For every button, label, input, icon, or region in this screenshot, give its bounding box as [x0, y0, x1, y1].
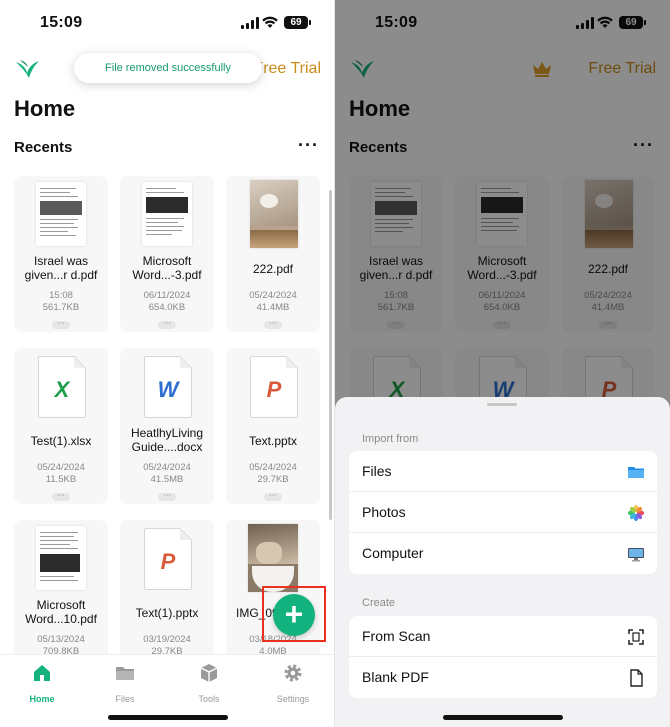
file-more-button[interactable]: ··· [52, 320, 70, 329]
file-thumbnail [248, 524, 298, 592]
tab-home[interactable]: Home [12, 663, 72, 704]
file-thumbnail [36, 182, 86, 246]
document-icon [630, 669, 643, 687]
recents-more-button[interactable]: ··· [298, 136, 319, 154]
file-more-button[interactable]: ··· [158, 320, 176, 329]
tab-files[interactable]: Files [95, 663, 155, 704]
file-card[interactable]: P Text.pptx 05/24/2024 29.7KB ··· [226, 348, 320, 504]
file-more-button[interactable]: ··· [264, 320, 282, 329]
import-photos-option[interactable]: Photos [349, 492, 657, 533]
file-name: 222.pdf [252, 262, 294, 276]
folder-icon [116, 667, 134, 680]
import-computer-option[interactable]: Computer [349, 533, 657, 574]
file-name: Israel was given...r d.pdf [24, 254, 98, 282]
file-date: 15:08 [49, 290, 73, 301]
option-label: Files [362, 463, 392, 479]
highlight-box [262, 586, 326, 642]
file-more-button[interactable]: ··· [264, 492, 282, 501]
file-size: 709.8KB [42, 646, 80, 654]
free-trial-link[interactable]: Free Trial [253, 60, 321, 78]
photos-icon [627, 504, 645, 522]
file-card[interactable]: 222.pdf 05/24/2024 41.4MB ··· [226, 176, 320, 332]
signal-icon [241, 17, 259, 29]
file-name: Text.pptx [248, 434, 298, 448]
tab-label: Settings [276, 694, 310, 704]
file-name: Microsoft Word...-3.pdf [132, 254, 202, 282]
scrollbar[interactable] [329, 190, 332, 520]
file-date: 05/24/2024 [143, 462, 191, 473]
file-name: Text(1).pptx [135, 606, 199, 620]
import-section-title: Import from [362, 433, 419, 445]
file-card[interactable]: Microsoft Word...-3.pdf 06/11/2024 654.0… [120, 176, 214, 332]
tab-label: Tools [198, 694, 220, 704]
gear-icon [284, 664, 302, 682]
recent-files-grid: Israel was given...r d.pdf 15:08 561.7KB… [14, 176, 320, 654]
file-card[interactable]: Israel was given...r d.pdf 15:08 561.7KB… [14, 176, 108, 332]
file-thumbnail [250, 180, 298, 248]
recents-heading: Recents [14, 139, 73, 156]
home-icon [34, 665, 50, 681]
home-indicator [108, 715, 228, 720]
file-card[interactable]: X Test(1).xlsx 05/24/2024 11.5KB ··· [14, 348, 108, 504]
file-card[interactable]: Microsoft Word...10.pdf 05/13/2024 709.8… [14, 520, 108, 654]
home-screen-with-import-sheet: 15:09 69 Free Trial Home Recents ··· Isr… [335, 0, 670, 727]
file-date: 03/19/2024 [143, 634, 191, 645]
toast-message: File removed successfully [74, 53, 262, 83]
file-size: 41.4MB [256, 302, 290, 313]
create-options: From Scan Blank PDF [349, 616, 657, 698]
tab-label: Home [29, 694, 55, 704]
option-label: Computer [362, 545, 424, 561]
pptx-file-icon: P [144, 528, 192, 590]
file-thumbnail [36, 526, 86, 590]
file-date: 05/24/2024 [249, 290, 297, 301]
battery-icon: 69 [284, 16, 311, 29]
sheet-grabber[interactable] [487, 403, 517, 406]
tab-tools[interactable]: Tools [179, 663, 239, 704]
home-screen: 15:09 69 Free Trial File removed success… [0, 0, 335, 727]
scan-icon [628, 629, 644, 645]
file-size: 4.0MB [259, 646, 287, 654]
file-date: 05/13/2024 [37, 634, 85, 645]
file-card[interactable]: P Text(1).pptx 03/19/2024 29.7KB [120, 520, 214, 654]
tab-settings[interactable]: Settings [263, 663, 323, 704]
file-name: Test(1).xlsx [30, 434, 92, 448]
import-options: Files Photos Computer [349, 451, 657, 574]
file-size: 29.7KB [151, 646, 183, 654]
status-bar: 15:09 69 [0, 0, 335, 48]
file-more-button[interactable]: ··· [52, 492, 70, 501]
file-name: HeatlhyLiving Guide....docx [130, 426, 204, 454]
file-size: 41.5MB [150, 474, 184, 485]
file-date: 06/11/2024 [143, 290, 191, 301]
file-date: 05/24/2024 [37, 462, 85, 473]
option-label: Photos [362, 504, 406, 520]
monitor-icon [628, 548, 644, 562]
file-size: 654.0KB [148, 302, 186, 313]
page-title: Home [14, 96, 76, 121]
folder-icon [628, 467, 644, 478]
app-logo-icon [16, 60, 39, 78]
home-indicator [443, 715, 563, 720]
import-files-option[interactable]: Files [349, 451, 657, 492]
status-time: 15:09 [40, 14, 83, 31]
file-card[interactable]: W HeatlhyLiving Guide....docx 05/24/2024… [120, 348, 214, 504]
xlsx-file-icon: X [38, 356, 86, 418]
wifi-icon [262, 16, 278, 28]
option-label: From Scan [362, 628, 431, 644]
file-thumbnail [142, 182, 192, 246]
from-scan-option[interactable]: From Scan [349, 616, 657, 657]
file-size: 561.7KB [42, 302, 80, 313]
option-label: Blank PDF [362, 669, 429, 685]
file-size: 29.7KB [257, 474, 289, 485]
create-section-title: Create [362, 597, 396, 609]
docx-file-icon: W [144, 356, 192, 418]
file-more-button[interactable]: ··· [158, 492, 176, 501]
blank-pdf-option[interactable]: Blank PDF [349, 657, 657, 698]
file-size: 11.5KB [45, 474, 77, 485]
import-bottom-sheet: Import from Files Photos Computer Create… [335, 397, 670, 727]
file-date: 05/24/2024 [249, 462, 297, 473]
pptx-file-icon: P [250, 356, 298, 418]
file-name: Microsoft Word...10.pdf [25, 598, 97, 626]
tab-label: Files [115, 694, 135, 704]
box-icon [200, 664, 218, 682]
